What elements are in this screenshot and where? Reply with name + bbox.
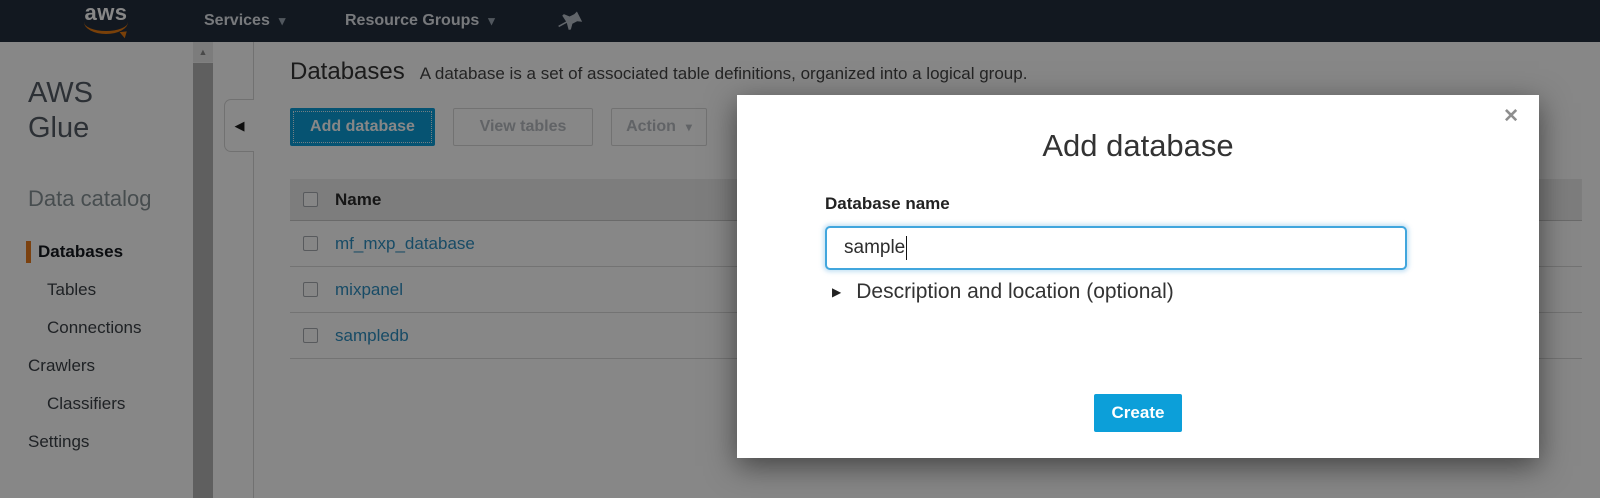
modal-title: Add database	[737, 128, 1539, 164]
add-database-modal: ✕ Add database Database name sample ▶ De…	[737, 95, 1539, 458]
description-location-expander[interactable]: ▶ Description and location (optional)	[832, 280, 1174, 304]
close-icon[interactable]: ✕	[1503, 107, 1519, 126]
create-button[interactable]: Create	[1094, 394, 1182, 432]
text-cursor	[906, 236, 907, 260]
database-name-input[interactable]: sample	[825, 226, 1407, 270]
disclosure-right-icon: ▶	[832, 285, 841, 299]
database-name-value: sample	[844, 237, 905, 259]
expander-label: Description and location (optional)	[856, 280, 1174, 304]
database-name-label: Database name	[825, 194, 950, 214]
